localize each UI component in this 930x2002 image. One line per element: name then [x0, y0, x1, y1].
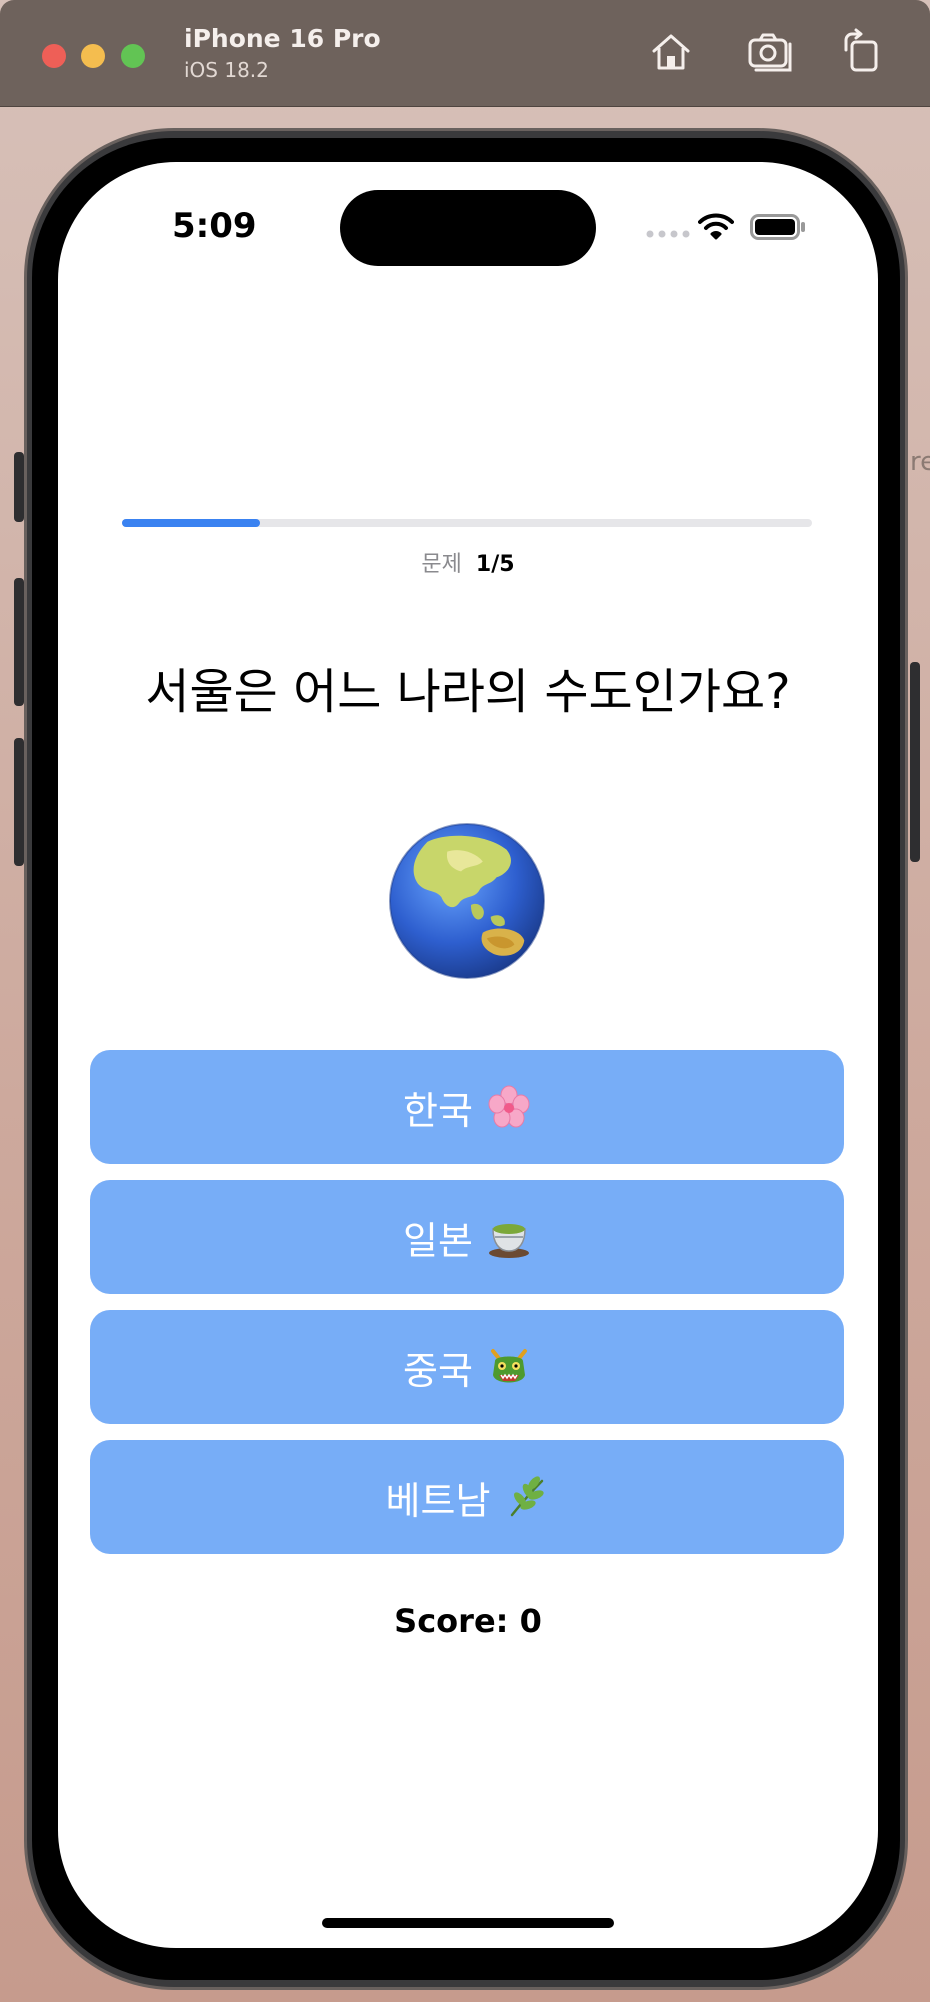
- herb-icon: [511, 1476, 545, 1517]
- close-window-button[interactable]: [42, 44, 66, 68]
- progress-bar-fill: [122, 519, 260, 527]
- answer-label: 베트남: [385, 1478, 491, 1523]
- simulator-titlebar: iPhone 16 Pro iOS 18.2: [0, 0, 930, 107]
- progress-value: 1/5: [475, 552, 515, 577]
- status-time: 5:09: [172, 206, 257, 246]
- os-version: iOS 18.2: [184, 58, 269, 82]
- green-tea-icon: [488, 1224, 529, 1258]
- home-icon: [652, 34, 690, 70]
- cellular-signal-icon: [646, 230, 690, 238]
- maximize-window-button[interactable]: [121, 44, 145, 68]
- answer-button-japan[interactable]: 일본: [90, 1180, 844, 1294]
- camera-icon: [748, 33, 792, 72]
- progress-label: 문제: [421, 552, 462, 577]
- answer-button-china[interactable]: 중국: [90, 1310, 844, 1424]
- power-button: [910, 662, 920, 862]
- screenshot-button[interactable]: [746, 28, 794, 76]
- background-window-text: re: [910, 447, 930, 477]
- question-text: 서울은 어느 나라의 수도인가요?: [145, 664, 791, 720]
- answer-list: 한국 일본 중국 베트남: [90, 1050, 844, 1570]
- rotate-button[interactable]: [838, 28, 886, 76]
- cherry-blossom-icon: [488, 1085, 530, 1128]
- dynamic-island: [340, 190, 596, 266]
- wifi-icon: [698, 213, 734, 240]
- progress-caption: 문제 1/5: [58, 546, 878, 578]
- answer-label: 중국: [403, 1348, 473, 1393]
- dragon-face-icon: [490, 1349, 527, 1383]
- volume-down-button: [14, 738, 24, 866]
- device-name: iPhone 16 Pro: [184, 24, 381, 53]
- home-indicator[interactable]: [322, 1918, 614, 1928]
- volume-up-button: [14, 578, 24, 706]
- minimize-window-button[interactable]: [81, 44, 105, 68]
- action-button: [14, 452, 24, 522]
- rotate-icon: [844, 28, 878, 72]
- score-label: Score: 0: [394, 1602, 542, 1640]
- progress-bar: [122, 519, 812, 527]
- answer-button-korea[interactable]: 한국: [90, 1050, 844, 1164]
- answer-label: 한국: [403, 1088, 473, 1133]
- battery-icon: [750, 214, 805, 240]
- home-button[interactable]: [647, 28, 695, 76]
- globe-asia-icon: [388, 822, 546, 980]
- phone-screen: 5:09 문제 1/5 서울은 어느 나라의 수도인가요? 한국 일본 중국 베…: [58, 162, 878, 1948]
- answer-label: 일본: [403, 1218, 473, 1263]
- answer-button-vietnam[interactable]: 베트남: [90, 1440, 844, 1554]
